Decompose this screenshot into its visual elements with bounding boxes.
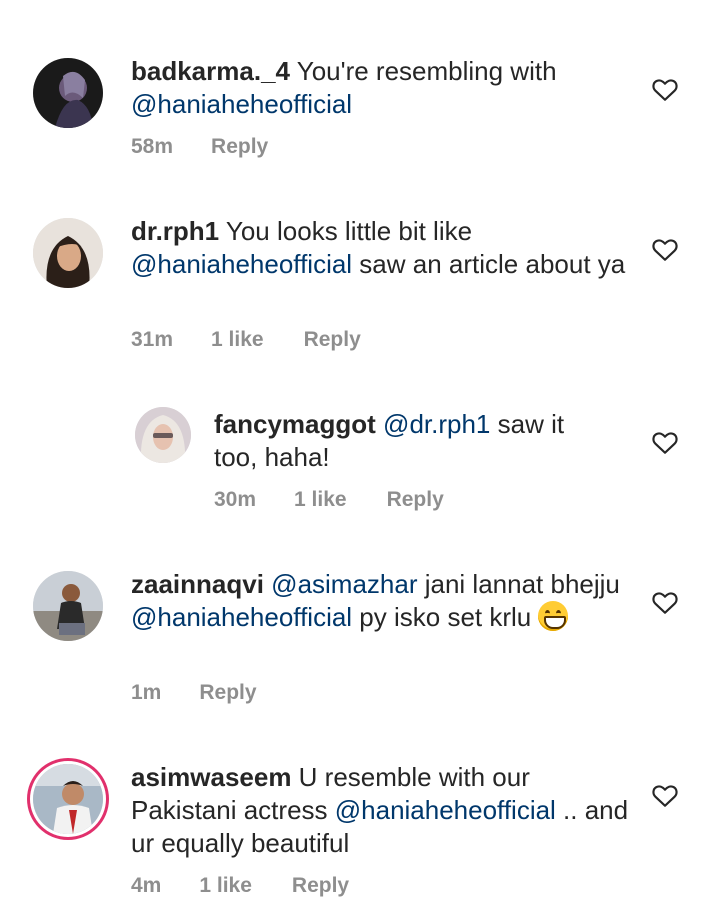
like-count[interactable]: 1 like	[211, 328, 264, 352]
mention-link[interactable]: @dr.rph1	[383, 409, 490, 439]
comment-text: badkarma._4 You're resembling with @hani…	[131, 56, 557, 119]
comment-username[interactable]: zaainnaqvi	[131, 569, 264, 599]
comment-timestamp: 58m	[131, 135, 174, 158]
comment-text: asimwaseem U resemble with our Pakistani…	[131, 762, 629, 858]
comment-meta: 30m 1 like Reply	[214, 488, 482, 512]
mention-link[interactable]: @haniaheheofficial	[131, 602, 352, 632]
reply-button[interactable]: Reply	[199, 681, 256, 705]
mention-link[interactable]: @haniaheheofficial	[131, 89, 352, 119]
comment-username[interactable]: dr.rph1	[131, 216, 219, 246]
reply-button[interactable]: Reply	[304, 328, 361, 352]
comment-username[interactable]: asimwaseem	[131, 762, 291, 792]
avatar[interactable]	[33, 764, 103, 834]
comment-meta: 58m Reply	[131, 135, 306, 159]
comment-timestamp: 30m	[214, 488, 257, 511]
avatar[interactable]	[33, 58, 103, 128]
heart-outline-icon[interactable]	[652, 431, 678, 455]
comment-text: dr.rph1 You looks little bit like @hania…	[131, 216, 626, 279]
avatar[interactable]	[135, 407, 191, 463]
avatar[interactable]	[33, 218, 103, 288]
mention-link[interactable]: @haniaheheofficial	[131, 249, 352, 279]
heart-outline-icon[interactable]	[652, 784, 678, 808]
comment-timestamp: 31m	[131, 328, 174, 351]
comment-username[interactable]: badkarma._4	[131, 56, 290, 86]
comment-username[interactable]: fancymaggot	[214, 409, 376, 439]
reply-button[interactable]: Reply	[211, 135, 268, 159]
grinning-face-emoji	[538, 601, 569, 631]
comment-timestamp: 1m	[131, 681, 162, 704]
comment-meta: 31m 1 like Reply	[131, 328, 399, 352]
like-count[interactable]: 1 like	[199, 874, 252, 898]
reply-button[interactable]: Reply	[387, 488, 444, 512]
mention-link[interactable]: @asimazhar	[271, 569, 417, 599]
heart-outline-icon[interactable]	[652, 591, 678, 615]
comment-text: fancymaggot @dr.rph1 saw it too, haha!	[214, 409, 565, 472]
heart-outline-icon[interactable]	[652, 78, 678, 102]
heart-outline-icon[interactable]	[652, 238, 678, 262]
like-count[interactable]: 1 like	[294, 488, 347, 512]
avatar[interactable]	[33, 571, 103, 641]
reply-button[interactable]: Reply	[292, 874, 349, 898]
comment-timestamp: 4m	[131, 874, 162, 897]
comment-text: zaainnaqvi @asimazhar jani lannat bhejju…	[131, 569, 620, 632]
mention-link[interactable]: @haniaheheofficial	[335, 795, 556, 825]
comment-meta: 1m Reply	[131, 681, 295, 705]
comment-meta: 4m 1 like Reply	[131, 874, 387, 898]
